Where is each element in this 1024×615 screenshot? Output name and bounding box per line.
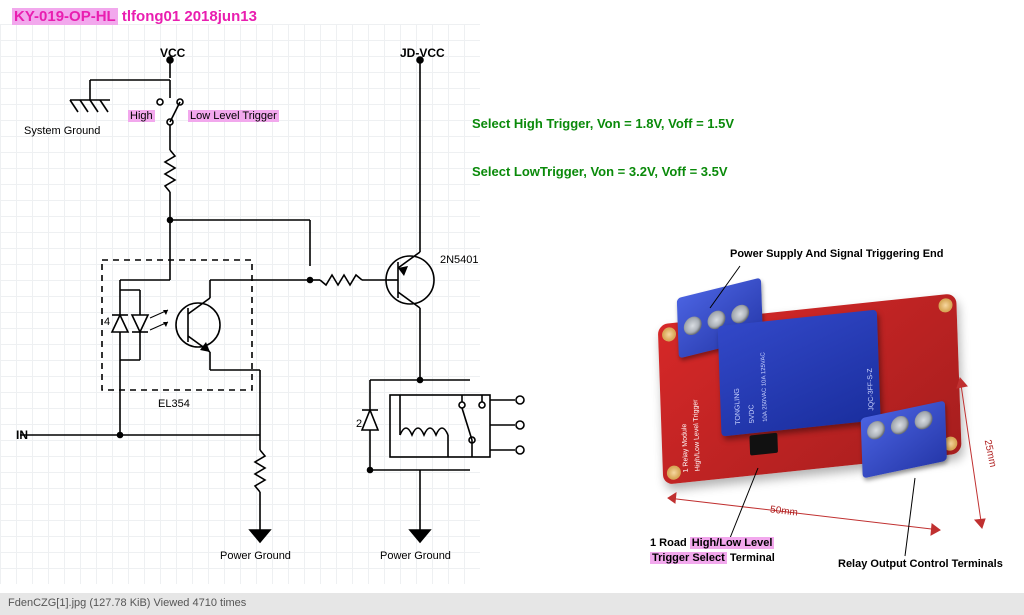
label-el354: EL354	[158, 398, 190, 410]
screw-icon	[867, 419, 885, 441]
label-output-terminals: Relay Output Control Terminals	[838, 558, 1003, 570]
relay-rating: 10A 250VAC 10A 125VAC	[761, 352, 769, 422]
label-pin4: 4	[104, 316, 110, 328]
label-in: IN	[16, 428, 28, 442]
label-jdvcc: JD-VCC	[400, 46, 445, 60]
label-power-ground-2: Power Ground	[380, 550, 451, 562]
diagram-title: KY-019-OP-HL tlfong01 2018jun13	[12, 8, 257, 25]
label-sys-gnd: System Ground	[24, 125, 100, 137]
relay-brand: TONGLING	[734, 388, 742, 425]
label-power-ground-1: Power Ground	[220, 550, 291, 562]
title-rest: tlfong01 2018jun13	[118, 8, 257, 25]
footer-filename: FdenCZG[1].jpg	[8, 597, 86, 609]
relay-body: TONGLING 10A 250VAC 10A 125VAC 5VDC JQC-…	[718, 310, 881, 437]
dim-50mm: 50mm	[769, 504, 798, 518]
jumper	[749, 433, 778, 456]
label-vcc: VCC	[160, 46, 185, 60]
pcb: TONGLING 10A 250VAC 10A 125VAC 5VDC JQC-…	[658, 291, 983, 505]
screw-icon	[731, 303, 749, 325]
screw-icon	[914, 409, 932, 431]
diagram-canvas: KY-019-OP-HL tlfong01 2018jun13 Select H…	[0, 0, 1024, 595]
label-jumper: 1 Road High/Low Level Trigger Select Ter…	[650, 536, 775, 567]
relay-photo: Power Supply And Signal Triggering End T…	[650, 248, 1010, 588]
label-power-signal-end: Power Supply And Signal Triggering End	[730, 248, 944, 260]
label-high: High	[128, 110, 155, 122]
screw-icon	[683, 315, 701, 337]
screw-icon	[891, 414, 909, 436]
schematic-svg	[10, 40, 620, 580]
title-highlight: KY-019-OP-HL	[12, 8, 118, 25]
schematic: VCC JD-VCC System Ground High Low Level …	[10, 40, 620, 580]
footer: FdenCZG[1].jpg (127.78 KiB) Viewed 4710 …	[0, 593, 1024, 615]
label-low-trigger: Low Level Trigger	[188, 110, 279, 122]
relay-model: JQC-3FF-S-Z	[867, 368, 875, 411]
label-2n5401: 2N5401	[440, 254, 479, 266]
dim-25mm: 25mm	[982, 439, 999, 468]
footer-viewed: Viewed 4710 times	[154, 597, 247, 609]
footer-size: (127.78 KiB)	[89, 597, 150, 609]
label-pin2: 2	[356, 418, 362, 430]
relay-dc: 5VDC	[748, 404, 756, 423]
output-screws	[867, 409, 933, 441]
